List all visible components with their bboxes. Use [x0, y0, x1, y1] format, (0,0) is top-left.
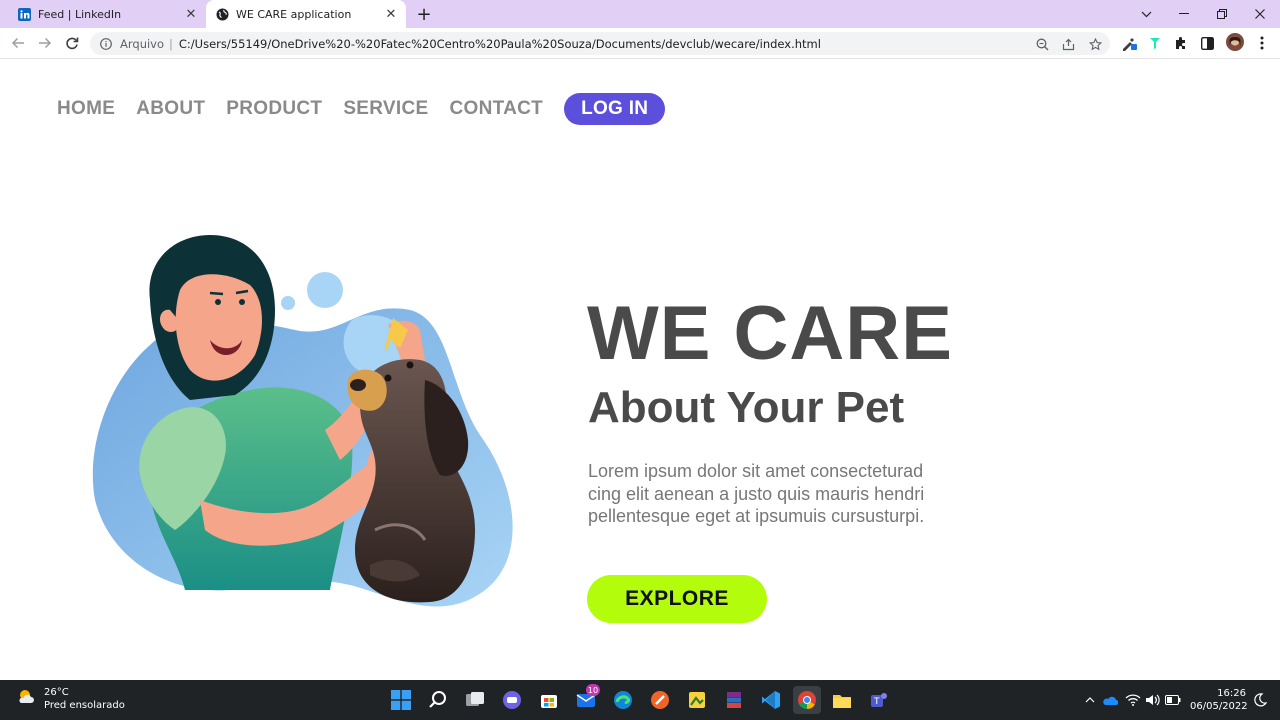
- profile-avatar[interactable]: [1226, 33, 1244, 51]
- hero-title: WE CARE: [587, 291, 953, 376]
- nav-contact[interactable]: CONTACT: [449, 98, 543, 120]
- chrome-icon[interactable]: [793, 686, 821, 714]
- task-view-icon[interactable]: [463, 688, 487, 712]
- share-icon[interactable]: [1060, 36, 1076, 52]
- hero-description-line: cing elit aenean a justo quis mauris hen…: [588, 483, 925, 504]
- nav-product[interactable]: PRODUCT: [226, 98, 322, 120]
- start-windows-icon[interactable]: [389, 688, 413, 712]
- weather-widget[interactable]: 26°C Pred ensolarado: [16, 686, 125, 712]
- tab-strip: Feed | LinkedIn ✕ WE CARE application ✕ …: [0, 0, 1280, 28]
- weather-temp: 26°C: [44, 687, 69, 698]
- search-icon[interactable]: [426, 688, 450, 712]
- page-viewport: HOME ABOUT PRODUCT SERVICE CONTACT LOG I…: [0, 60, 1280, 680]
- minimize-icon[interactable]: [1165, 0, 1203, 28]
- address-bar[interactable]: Arquivo | C:/Users/55149/OneDrive%20-%20…: [90, 32, 1110, 55]
- teams-chat-icon[interactable]: [500, 688, 524, 712]
- hero-description-line: pellentesque eget at ipsumuis cursusturp…: [588, 506, 925, 526]
- site-info-icon[interactable]: [100, 37, 112, 50]
- volume-icon[interactable]: [1145, 692, 1161, 708]
- nav-about[interactable]: ABOUT: [136, 98, 205, 120]
- tab-title: WE CARE application: [236, 7, 352, 21]
- extensions-puzzle-icon[interactable]: [1172, 34, 1190, 52]
- browser-toolbar: Arquivo | C:/Users/55149/OneDrive%20-%20…: [0, 28, 1280, 59]
- close-tab-icon[interactable]: ✕: [382, 5, 400, 23]
- weather-desc: Pred ensolarado: [44, 700, 125, 711]
- side-panel-icon[interactable]: [1198, 34, 1216, 52]
- show-hidden-icons[interactable]: [1082, 692, 1098, 708]
- edge-icon[interactable]: [611, 688, 635, 712]
- clock-date: 06/05/2022: [1190, 701, 1248, 712]
- night-mode-icon[interactable]: [1252, 692, 1268, 708]
- close-window-icon[interactable]: [1241, 0, 1279, 28]
- back-icon[interactable]: [8, 33, 28, 53]
- forward-icon[interactable]: [35, 33, 55, 53]
- mail-icon[interactable]: 10: [574, 684, 600, 712]
- nav-home[interactable]: HOME: [57, 98, 115, 120]
- url-text: C:/Users/55149/OneDrive%20-%20Fatec%20Ce…: [178, 36, 821, 51]
- browser-menu-icon[interactable]: [1253, 34, 1271, 52]
- wifi-icon[interactable]: [1125, 692, 1141, 708]
- new-tab-button[interactable]: +: [414, 4, 434, 25]
- reload-icon[interactable]: [62, 33, 82, 53]
- battery-icon[interactable]: [1165, 692, 1181, 708]
- file-explorer-icon[interactable]: [830, 688, 854, 712]
- partly-sunny-icon: [16, 687, 36, 711]
- hero-illustration: [92, 235, 513, 607]
- taskbar: 26°C Pred ensolarado 10 T 16:26 06/05/20…: [0, 680, 1280, 720]
- nav-service[interactable]: SERVICE: [343, 98, 428, 120]
- onedrive-icon[interactable]: [1102, 692, 1118, 708]
- scheme-label: Arquivo: [120, 36, 165, 51]
- vpn-extension-icon[interactable]: [1146, 34, 1164, 52]
- address-separator: |: [169, 36, 173, 51]
- svg-text:T: T: [873, 697, 880, 707]
- sketch-app-icon[interactable]: [648, 688, 672, 712]
- mail-badge: 10: [586, 684, 600, 696]
- tab-title: Feed | LinkedIn: [38, 7, 122, 21]
- linkedin-icon: [18, 7, 31, 21]
- teams-icon[interactable]: T: [867, 688, 891, 712]
- hero-subtitle: About Your Pet: [588, 383, 905, 432]
- explore-button[interactable]: EXPLORE: [587, 575, 767, 623]
- hero-description-line: Lorem ipsum dolor sit amet consecteturad: [588, 461, 924, 481]
- site-nav: HOME ABOUT PRODUCT SERVICE CONTACT LOG I…: [57, 93, 686, 125]
- restore-icon[interactable]: [1203, 0, 1241, 28]
- vscode-icon[interactable]: [759, 688, 783, 712]
- clock-time: 16:26: [1217, 688, 1246, 699]
- eyedropper-extension-icon[interactable]: [1120, 34, 1138, 52]
- close-tab-icon[interactable]: ✕: [182, 5, 200, 23]
- tab-search-icon[interactable]: [1127, 0, 1165, 28]
- winrar-icon[interactable]: [722, 688, 746, 712]
- photo-editor-icon[interactable]: [685, 688, 709, 712]
- hero-description: Lorem ipsum dolor sit amet consecteturad…: [588, 460, 988, 528]
- system-clock[interactable]: 16:26 06/05/2022: [1190, 687, 1248, 713]
- store-icon[interactable]: [537, 688, 561, 712]
- bookmark-star-icon[interactable]: [1087, 36, 1103, 52]
- login-button[interactable]: LOG IN: [564, 93, 666, 125]
- tab-wecare[interactable]: WE CARE application ✕: [206, 0, 406, 28]
- tab-linkedin[interactable]: Feed | LinkedIn ✕: [8, 0, 206, 28]
- zoom-icon[interactable]: [1034, 36, 1050, 52]
- globe-icon: [216, 8, 229, 21]
